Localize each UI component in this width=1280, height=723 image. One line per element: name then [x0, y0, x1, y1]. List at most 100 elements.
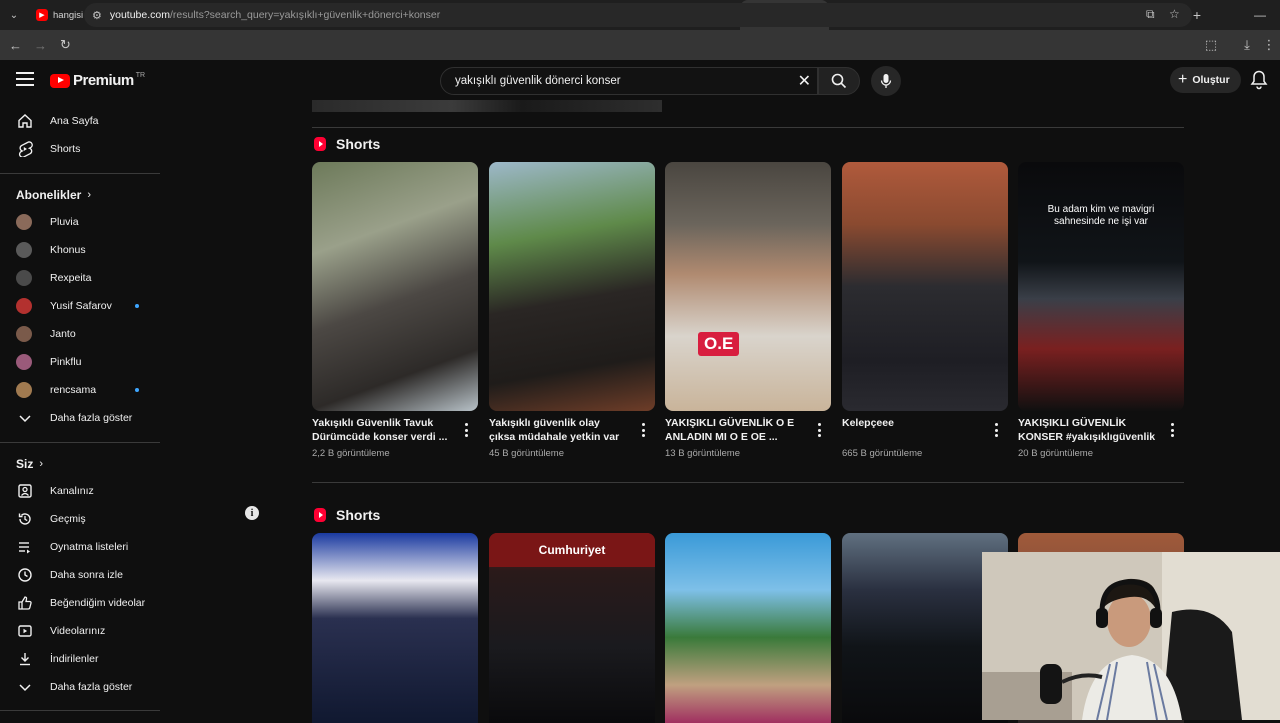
sidebar-item-you[interactable]: Geçmiş	[0, 505, 160, 533]
youtube-logo[interactable]: Premium TR	[50, 72, 145, 89]
subscription-item[interactable]: Yusif Safarov	[0, 292, 160, 320]
more-actions-icon[interactable]	[639, 423, 647, 437]
sidebar-item-you[interactable]: Kanalınız	[0, 477, 160, 505]
channel-avatar	[16, 298, 32, 314]
site-info-icon[interactable]: ⚙	[92, 9, 102, 22]
install-app-icon[interactable]: ⧉	[1146, 7, 1155, 22]
channel-avatar	[16, 382, 32, 398]
subscriptions-header[interactable]: Abonelikler ›	[16, 188, 91, 202]
short-thumbnail[interactable]: Cumhuriyet	[489, 533, 655, 723]
short-thumbnail[interactable]: Bu adam kim ve mavigri sahnesinde ne işi…	[1018, 162, 1184, 411]
notifications-bell-icon[interactable]	[1250, 70, 1270, 90]
short-thumbnail[interactable]	[489, 162, 655, 411]
show-more-subscriptions[interactable]: Daha fazla göster	[0, 404, 160, 432]
playlists-icon	[16, 538, 34, 556]
short-title[interactable]: Yakışıklı Güvenlik Tavuk Dürümcüde konse…	[312, 416, 452, 444]
voice-search-button[interactable]	[871, 66, 901, 96]
new-content-dot	[135, 388, 139, 392]
subscription-item[interactable]: Pluvia	[0, 208, 160, 236]
short-title[interactable]: YAKIŞIKLI GÜVENLİK O E ANLADIN MI O E OE…	[665, 416, 805, 444]
thumbnail-banner: Cumhuriyet	[489, 533, 655, 567]
short-card[interactable]: Kelepçeee 665 B görüntüleme	[842, 162, 1008, 459]
more-actions-icon[interactable]	[462, 423, 470, 437]
search-button[interactable]	[818, 67, 860, 95]
subscriptions-title: Abonelikler	[16, 188, 82, 202]
short-card[interactable]	[665, 533, 831, 723]
subscription-item[interactable]: Khonus	[0, 236, 160, 264]
short-thumbnail[interactable]	[312, 162, 478, 411]
short-card[interactable]: O.E YAKIŞIKLI GÜVENLİK O E ANLADIN MI O E…	[665, 162, 831, 459]
short-card[interactable]: Yakışıklı Güvenlik Tavuk Dürümcüde konse…	[312, 162, 478, 459]
short-thumbnail[interactable]	[842, 162, 1008, 411]
channel-icon	[16, 482, 34, 500]
search-input[interactable]	[455, 75, 785, 87]
divider	[0, 442, 160, 443]
view-count: 20 B görüntüleme	[1018, 448, 1093, 459]
divider	[312, 482, 1184, 483]
history-icon	[16, 510, 34, 528]
sidebar-item-shorts[interactable]: Shorts	[0, 135, 160, 163]
guide-menu-icon[interactable]	[16, 72, 34, 86]
create-button[interactable]: + Oluştur	[1170, 67, 1241, 93]
extensions-icon[interactable]: ⬚	[1196, 30, 1226, 60]
short-card[interactable]: Bu adam kim ve mavigri sahnesinde ne işi…	[1018, 162, 1184, 459]
sidebar-item-you[interactable]: Oynatma listeleri	[0, 533, 160, 561]
divider	[312, 127, 1184, 128]
info-icon[interactable]: i	[245, 506, 259, 520]
previous-result-thumbnail-strip[interactable]	[312, 100, 662, 112]
you-header[interactable]: Siz ›	[16, 457, 43, 471]
more-actions-icon[interactable]	[815, 423, 823, 437]
subscription-label: Pluvia	[50, 216, 79, 228]
clear-search-icon[interactable]: ✕	[798, 71, 811, 91]
search-icon	[831, 73, 847, 89]
tab-search-button[interactable]: ⌄	[0, 0, 28, 30]
subscription-item[interactable]: Rexpeita	[0, 264, 160, 292]
sidebar-item-label: Shorts	[50, 143, 81, 155]
subscription-item[interactable]: Pinkflu	[0, 348, 160, 376]
subscription-item[interactable]: Janto	[0, 320, 160, 348]
reload-button[interactable]: ↻	[53, 37, 78, 53]
subscription-label: Rexpeita	[50, 272, 92, 284]
short-card[interactable]	[312, 533, 478, 723]
section-title: Shorts	[336, 136, 381, 152]
forward-button[interactable]: →	[28, 38, 53, 53]
sidebar-item-label: Videolarınız	[50, 625, 106, 637]
youtube-play-icon	[50, 73, 70, 88]
divider	[0, 710, 160, 711]
short-title[interactable]: YAKIŞIKLI GÜVENLİK KONSER #yakışıklıgüve…	[1018, 416, 1158, 444]
sidebar-item-you[interactable]: İndirilenler	[0, 645, 160, 673]
country-code: TR	[135, 72, 146, 79]
sidebar-item-you[interactable]: Beğendiğim videolar	[0, 589, 160, 617]
videos-icon	[16, 622, 34, 640]
subscription-label: rencsama	[50, 384, 97, 396]
short-card[interactable]: Cumhuriyet	[489, 533, 655, 723]
short-title[interactable]: Yakışıklı güvenlik olay çıksa müdahale y…	[489, 416, 629, 444]
sidebar-item-label: Daha fazla göster	[50, 681, 133, 693]
shorts-section-header: Shorts	[314, 136, 380, 152]
channel-avatar	[16, 214, 32, 230]
address-bar[interactable]: ⚙ youtube.com /results?search_query=yakı…	[84, 3, 1192, 27]
sidebar-item-you[interactable]: Daha sonra izle	[0, 561, 160, 589]
minimize-button[interactable]: —	[1240, 0, 1280, 30]
short-thumbnail[interactable]	[312, 533, 478, 723]
sidebar-item-label: Daha sonra izle	[50, 569, 123, 581]
bookmark-star-icon[interactable]: ☆	[1169, 7, 1180, 21]
new-content-dot	[135, 304, 139, 308]
more-menu-icon[interactable]: ⋮	[1258, 30, 1280, 60]
url-path: /results?search_query=yakışıklı+güvenlik…	[170, 9, 441, 21]
back-button[interactable]: ←	[3, 38, 28, 53]
more-actions-icon[interactable]	[1168, 423, 1176, 437]
short-card[interactable]: Yakışıklı güvenlik olay çıksa müdahale y…	[489, 162, 655, 459]
chevron-right-icon: ›	[39, 458, 44, 470]
subscription-item[interactable]: rencsama	[0, 376, 160, 404]
plus-icon: +	[1178, 71, 1188, 88]
sidebar-item-home[interactable]: Ana Sayfa	[0, 107, 160, 135]
sidebar-item-you[interactable]: Videolarınız	[0, 617, 160, 645]
download-icon	[16, 650, 34, 668]
short-title[interactable]: Kelepçeee	[842, 416, 982, 444]
channel-avatar	[16, 270, 32, 286]
short-thumbnail[interactable]	[665, 533, 831, 723]
show-more-you[interactable]: Daha fazla göster	[0, 673, 160, 701]
more-actions-icon[interactable]	[992, 423, 1000, 437]
short-thumbnail[interactable]: O.E	[665, 162, 831, 411]
